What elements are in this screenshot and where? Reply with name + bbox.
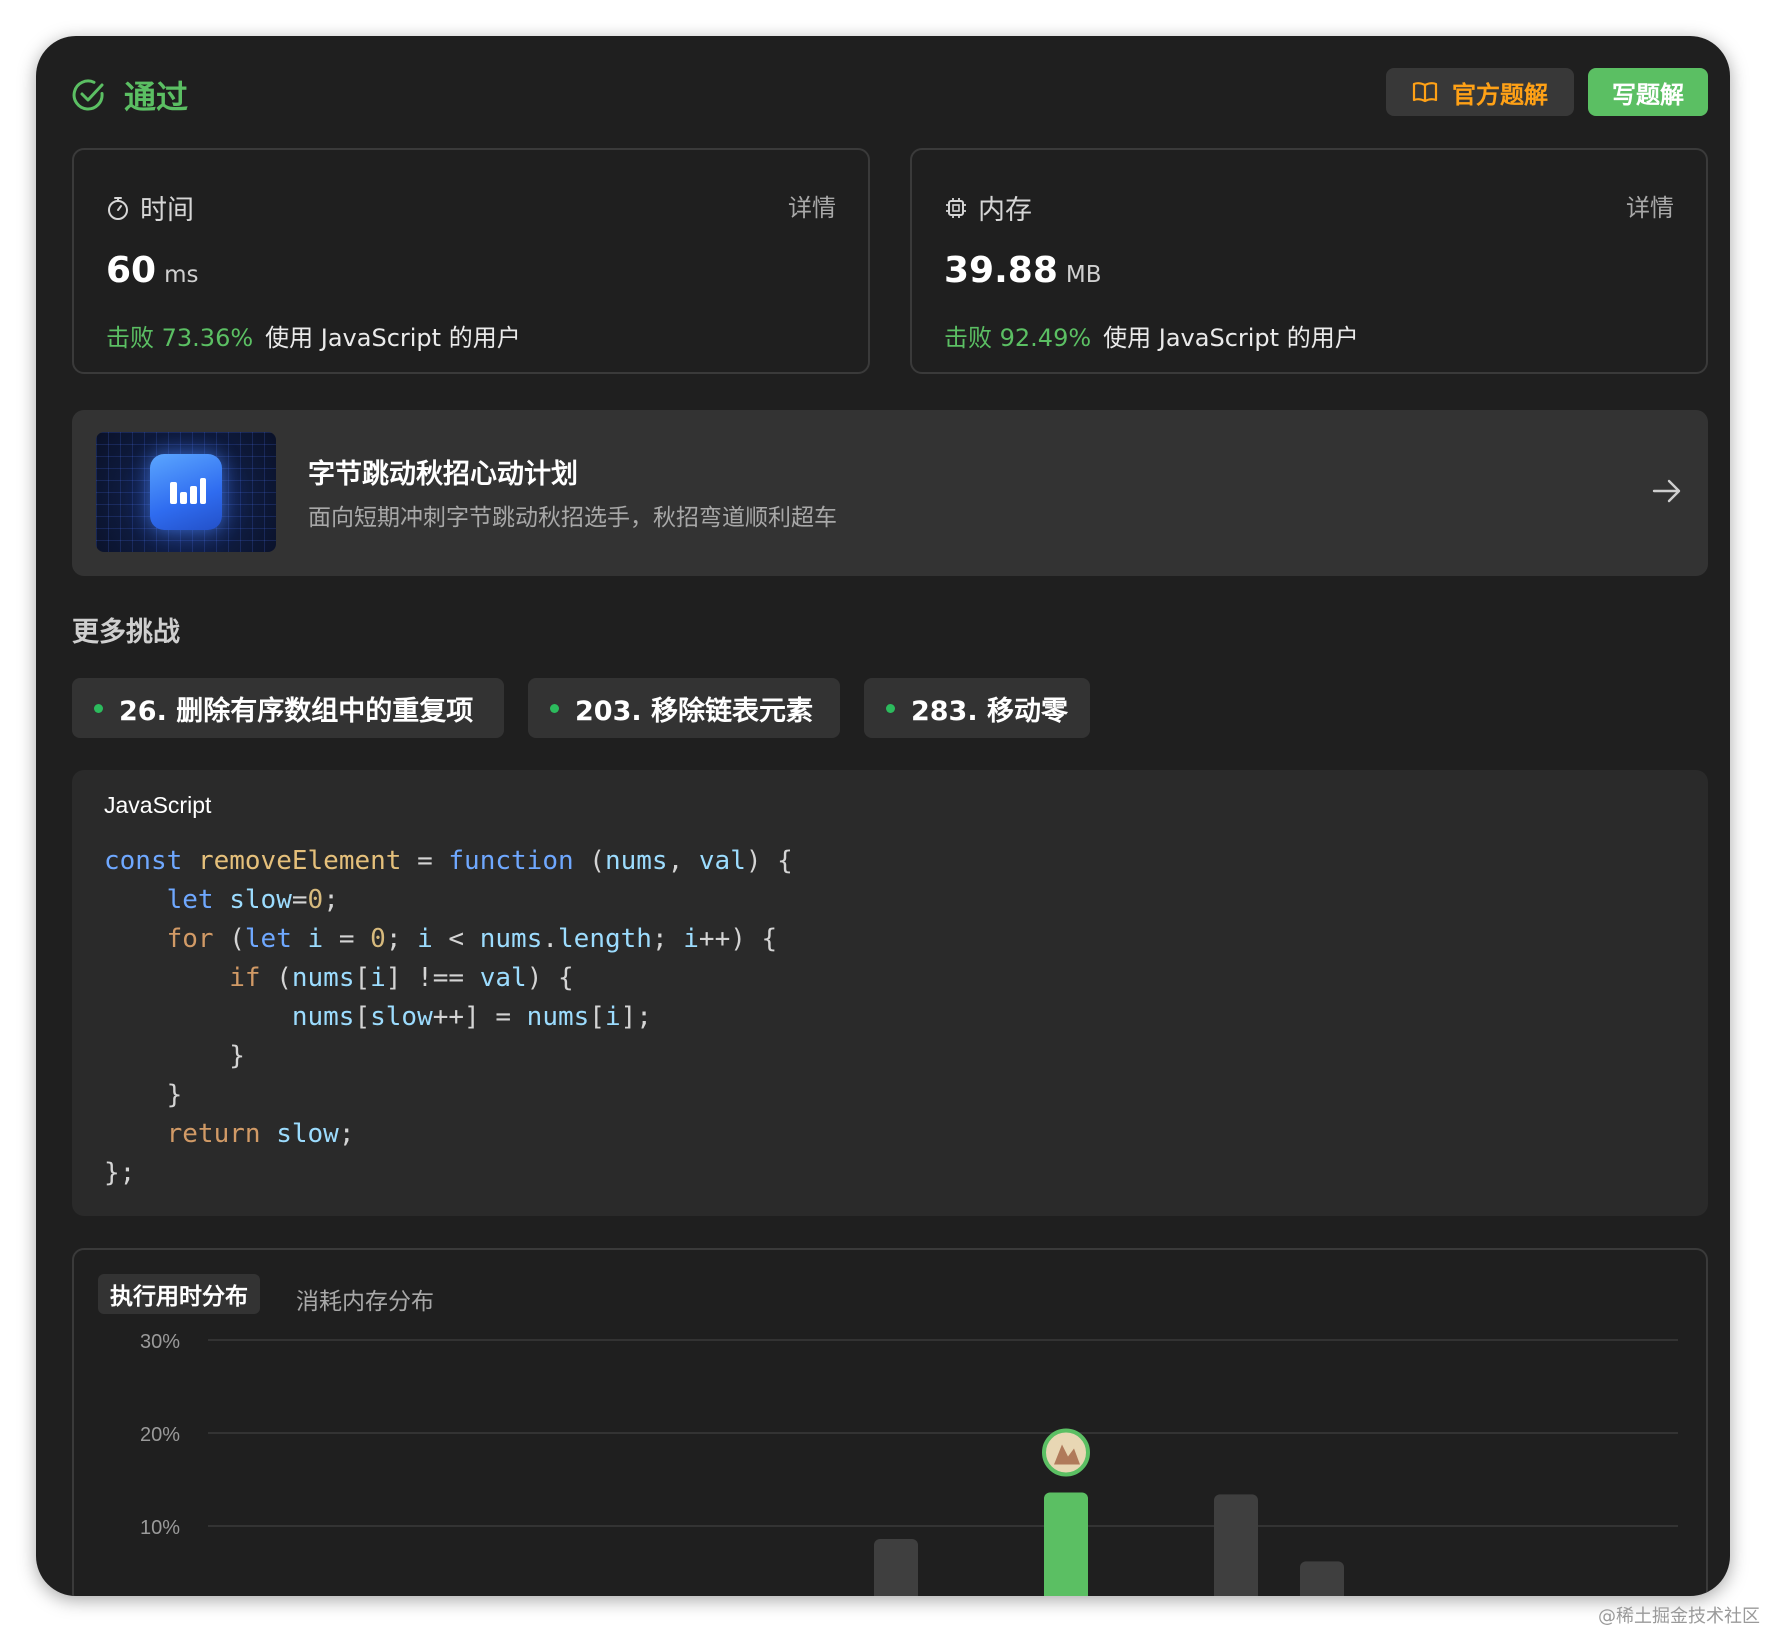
official-solution-button[interactable]: 官方题解 (1386, 68, 1574, 116)
app-logo-icon (150, 454, 222, 530)
check-circle-icon (72, 79, 104, 111)
official-solution-label: 官方题解 (1452, 80, 1548, 109)
code-language: JavaScript (104, 792, 212, 818)
challenge-label: 26. 删除有序数组中的重复项 (119, 695, 474, 727)
runtime-value: 60 ms (106, 250, 199, 291)
bar-highlighted[interactable] (1044, 1492, 1088, 1596)
user-avatar-icon (1042, 1428, 1090, 1477)
challenge-chip[interactable]: 283. 移动零 (864, 678, 1090, 738)
memory-beat-text: 使用 JavaScript 的用户 (1103, 324, 1359, 352)
arrow-right-icon[interactable] (1650, 474, 1684, 508)
code-block: JavaScript const removeElement = functio… (72, 770, 1708, 1216)
y-tick-label: 10% (140, 1517, 180, 1539)
memory-value: 39.88 MB (944, 250, 1102, 291)
distribution-chart: 执行用时分布 消耗内存分布 30% 20% 10% (72, 1248, 1708, 1596)
runtime-card-header: 时间 (106, 188, 194, 227)
challenge-label: 283. 移动零 (910, 695, 1068, 727)
watermark: @稀土掘金技术社区 (1598, 1606, 1760, 1627)
runtime-title: 时间 (140, 195, 194, 226)
runtime-beat-text: 使用 JavaScript 的用户 (265, 324, 521, 352)
difficulty-dot (550, 703, 559, 713)
bar-chart: 30% 20% 10% (140, 1331, 1678, 1596)
challenge-chip[interactable]: 26. 删除有序数组中的重复项 (72, 678, 504, 738)
memory-unit: MB (1065, 262, 1102, 288)
y-tick-label: 20% (140, 1424, 180, 1446)
runtime-unit: ms (164, 262, 199, 288)
memory-beat-percent: 击败 92.49% (944, 324, 1092, 352)
bar[interactable] (1214, 1494, 1258, 1596)
status-indicator: 通过 (72, 72, 188, 118)
challenge-label: 203. 移除链表元素 (575, 695, 814, 727)
y-tick-label: 30% (140, 1331, 180, 1353)
runtime-number: 60 (106, 250, 157, 291)
runtime-detail-link[interactable]: 详情 (788, 188, 836, 223)
bar[interactable] (1300, 1561, 1344, 1596)
memory-card: 内存 详情 39.88 MB 击败 92.49% 使用 JavaScript 的用户 (910, 148, 1708, 374)
code-content: const removeElement = function (nums, va… (104, 846, 793, 1188)
difficulty-dot (94, 703, 103, 713)
promo-banner[interactable]: 字节跳动秋招心动计划 面向短期冲刺字节跳动秋招选手，秋招弯道顺利超车 (72, 410, 1708, 576)
promo-subtitle: 面向短期冲刺字节跳动秋招选手，秋招弯道顺利超车 (308, 505, 837, 531)
status-label: 通过 (124, 78, 189, 116)
book-icon (1412, 82, 1438, 103)
more-challenges-title: 更多挑战 (72, 617, 180, 648)
promo-title: 字节跳动秋招心动计划 (308, 459, 578, 490)
write-solution-button[interactable]: 写题解 (1588, 68, 1708, 116)
runtime-beat-percent: 击败 73.36% (106, 324, 254, 352)
submission-result-panel: 通过 官方题解 写题解 时间 详情 60 ms 击败 73.36% 使用 JavaS… (36, 36, 1730, 1596)
chip-icon (946, 197, 966, 218)
challenge-chip[interactable]: 203. 移除链表元素 (528, 678, 840, 738)
runtime-beat: 击败 73.36% 使用 JavaScript 的用户 (106, 318, 521, 353)
memory-title: 内存 (978, 195, 1032, 226)
memory-number: 39.88 (944, 250, 1058, 291)
memory-beat: 击败 92.49% 使用 JavaScript 的用户 (944, 318, 1359, 353)
runtime-card: 时间 详情 60 ms 击败 73.36% 使用 JavaScript 的用户 (72, 148, 870, 374)
difficulty-dot (886, 703, 895, 713)
promo-thumbnail (96, 432, 276, 552)
stopwatch-icon (108, 196, 128, 220)
bar[interactable] (874, 1539, 918, 1596)
memory-detail-link[interactable]: 详情 (1626, 188, 1674, 223)
memory-card-header: 内存 (944, 188, 1032, 227)
